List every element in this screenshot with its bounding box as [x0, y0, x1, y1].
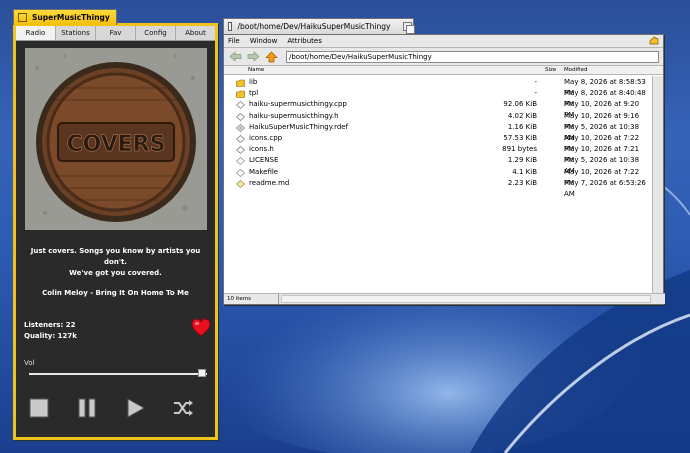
back-button[interactable]	[228, 50, 243, 64]
file-size: -	[534, 89, 537, 98]
stream-quality: Quality: 127k	[24, 332, 77, 340]
forward-arrow-icon	[247, 51, 260, 62]
menu-bar: File Window Attributes	[224, 35, 663, 48]
file-size: 2.23 KiB	[507, 178, 537, 187]
file-row[interactable]: lib - May 8, 2026 at 8:58:53 PM	[224, 77, 651, 97]
file-name: HaikuSuperMusicThingy.rdef	[249, 122, 349, 131]
tracker-window: /boot/home/Dev/HaikuSuperMusicThingy Fil…	[223, 18, 665, 305]
close-icon[interactable]	[18, 13, 27, 22]
file-size: 57.53 KiB	[503, 134, 537, 142]
file-row[interactable]: haiku-supermusicthingy.h 4.02 KiB May 10, …	[224, 111, 651, 131]
resource-file-icon	[236, 123, 245, 132]
tracker-window-title: /boot/home/Dev/HaikuSuperMusicThingy	[237, 22, 391, 31]
pause-icon	[78, 398, 96, 418]
path-field[interactable]: /boot/home/Dev/HaikuSuperMusicThingy	[286, 50, 659, 63]
stop-button[interactable]	[28, 397, 50, 419]
folder-icon	[236, 79, 245, 87]
file-modified: May 7, 2026 at 6:53:26 AM	[564, 178, 646, 198]
volume-label: Vol	[24, 359, 35, 367]
file-name: Makefile	[249, 167, 279, 176]
file-row[interactable]: Makefile 4.1 KiB May 10, 2026 at 7:22 PM	[224, 167, 651, 187]
file-row[interactable]: HaikuSuperMusicThingy.rdef 1.16 KiB May 5,…	[224, 122, 651, 142]
description-line-2: We've got you covered.	[69, 269, 162, 277]
favorite-heart-icon[interactable]	[191, 318, 211, 338]
music-window-title: SuperMusicThingy	[32, 13, 110, 22]
source-file-icon	[236, 112, 245, 121]
album-art-text: COVERS	[66, 132, 165, 157]
file-size: 1.16 KiB	[507, 122, 537, 131]
horizontal-scrollbar[interactable]	[281, 295, 651, 303]
radio-panel: COVERS Just covers. Songs you know by ar…	[20, 45, 211, 433]
item-count: 10 items	[224, 294, 279, 304]
shuffle-button[interactable]	[172, 397, 194, 419]
file-size: 891 bytes	[502, 145, 537, 154]
up-arrow-icon	[265, 51, 278, 62]
tab-stations[interactable]: Stations	[56, 26, 96, 40]
stop-icon	[29, 398, 49, 418]
tracker-menu-icon[interactable]	[649, 36, 659, 46]
file-name: LICENSE	[249, 156, 279, 165]
station-description: Just covers. Songs you know by artists y…	[20, 246, 211, 279]
file-name: icons.cpp	[249, 134, 283, 142]
back-arrow-icon	[229, 51, 242, 62]
menu-file[interactable]: File	[228, 37, 240, 45]
menu-attributes[interactable]: Attributes	[287, 37, 322, 45]
forward-button[interactable]	[246, 50, 261, 64]
volume-slider-handle[interactable]	[197, 369, 206, 377]
volume-slider[interactable]	[29, 373, 207, 375]
tab-config[interactable]: Config	[136, 26, 176, 40]
text-file-icon	[236, 157, 245, 166]
play-icon	[127, 398, 145, 418]
file-row[interactable]: LICENSE 1.29 KiB May 5, 2026 at 10:38 AM	[224, 155, 651, 175]
music-tab-bar: Radio Stations Fav Config About	[16, 26, 215, 41]
parent-folder-button[interactable]	[264, 50, 279, 64]
column-size[interactable]: Size	[545, 67, 556, 73]
tracker-window-tab[interactable]: /boot/home/Dev/HaikuSuperMusicThingy	[223, 18, 415, 34]
tab-fav[interactable]: Fav	[96, 26, 136, 40]
tab-radio[interactable]: Radio	[16, 26, 56, 40]
text-file-icon	[236, 168, 245, 177]
navigation-bar: /boot/home/Dev/HaikuSuperMusicThingy	[224, 48, 663, 66]
close-icon[interactable]	[228, 22, 233, 31]
file-name: lib	[249, 78, 258, 86]
album-art: COVERS	[25, 48, 207, 230]
now-playing: Colin Meloy - Bring It On Home To Me	[42, 289, 189, 297]
tab-about[interactable]: About	[176, 26, 215, 40]
column-header: Name Size Modified	[224, 66, 663, 75]
zoom-icon[interactable]	[403, 21, 415, 34]
column-name[interactable]: Name	[248, 67, 264, 73]
play-button[interactable]	[124, 397, 146, 419]
shuffle-icon	[174, 400, 193, 416]
listeners-count: Listeners: 22	[24, 321, 76, 329]
file-row[interactable]: readme.md 2.23 KiB May 7, 2026 at 6:53:26 …	[224, 178, 651, 198]
file-row[interactable]: tpl - May 8, 2026 at 8:40:48 PM	[224, 88, 651, 108]
status-bar: 10 items	[224, 293, 665, 304]
file-row[interactable]: icons.h 891 bytes May 10, 2026 at 7:21 PM	[224, 144, 651, 164]
folder-icon	[236, 90, 245, 98]
music-player-window: SuperMusicThingy Radio Stations Fav Conf…	[13, 9, 218, 440]
column-modified[interactable]: Modified	[564, 67, 587, 73]
menu-window[interactable]: Window	[250, 37, 278, 45]
file-name: tpl	[249, 89, 259, 98]
file-name: icons.h	[249, 145, 274, 154]
file-size: 4.1 KiB	[512, 167, 537, 176]
file-size: -	[534, 78, 537, 86]
file-size: 4.02 KiB	[507, 111, 537, 120]
source-file-icon	[236, 146, 245, 155]
file-row[interactable]: icons.cpp 57.53 KiB May 10, 2026 at 7:22 P…	[224, 133, 651, 153]
description-line-1: Just covers. Songs you know by artists y…	[30, 247, 201, 266]
file-size: 92.06 KiB	[503, 100, 537, 109]
source-file-icon	[236, 135, 245, 143]
file-row[interactable]: haiku-supermusicthingy.cpp 92.06 KiB May 1…	[224, 99, 651, 119]
file-name: haiku-supermusicthingy.h	[249, 111, 339, 120]
vertical-scrollbar[interactable]	[652, 76, 663, 294]
document-file-icon	[236, 179, 245, 188]
music-window-tab[interactable]: SuperMusicThingy	[13, 9, 117, 25]
pause-button[interactable]	[76, 397, 98, 419]
file-name: haiku-supermusicthingy.cpp	[249, 100, 347, 109]
source-file-icon	[236, 101, 245, 110]
file-name: readme.md	[249, 178, 290, 187]
file-size: 1.29 KiB	[507, 156, 537, 165]
